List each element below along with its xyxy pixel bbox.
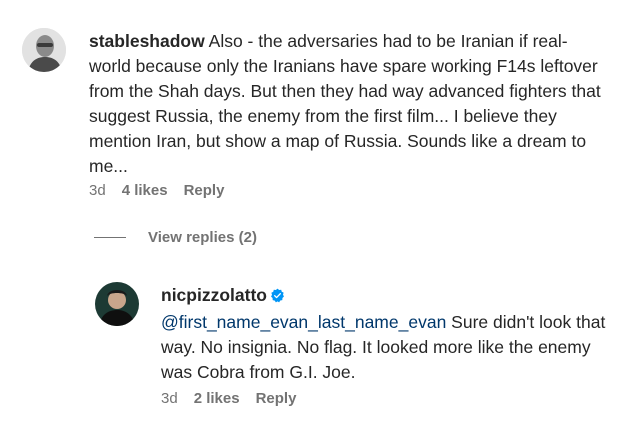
- avatar-image: [95, 282, 139, 326]
- reply-likes[interactable]: 2 likes: [194, 390, 240, 407]
- reply-comment: nicpizzolatto @first_name_evan_last_name…: [0, 270, 632, 424]
- comment-time: 3d: [89, 182, 106, 199]
- comment-body: Also - the adversaries had to be Iranian…: [89, 31, 601, 176]
- avatar[interactable]: [95, 282, 139, 326]
- avatar-image: [22, 28, 66, 72]
- reply-mention[interactable]: @first_name_evan_last_name_evan: [161, 312, 446, 332]
- reply-time: 3d: [161, 390, 178, 407]
- view-replies-button[interactable]: View replies (2): [94, 229, 257, 246]
- reply-button[interactable]: Reply: [256, 390, 297, 407]
- reply-meta: 3d 2 likes Reply: [161, 390, 296, 407]
- comment-meta: 3d 4 likes Reply: [89, 182, 224, 199]
- verified-badge-icon: [270, 285, 285, 310]
- reply-username[interactable]: nicpizzolatto: [161, 285, 267, 305]
- comment-likes[interactable]: 4 likes: [122, 182, 168, 199]
- view-replies-label[interactable]: View replies (2): [148, 229, 257, 246]
- divider-line: [94, 237, 126, 238]
- comment-text: stableshadow Also - the adversaries had …: [89, 29, 609, 179]
- avatar[interactable]: [22, 28, 66, 72]
- reply-button[interactable]: Reply: [184, 182, 225, 199]
- comment: stableshadow Also - the adversaries had …: [0, 0, 632, 210]
- reply-text: nicpizzolatto @first_name_evan_last_name…: [161, 283, 621, 385]
- comment-username[interactable]: stableshadow: [89, 31, 205, 51]
